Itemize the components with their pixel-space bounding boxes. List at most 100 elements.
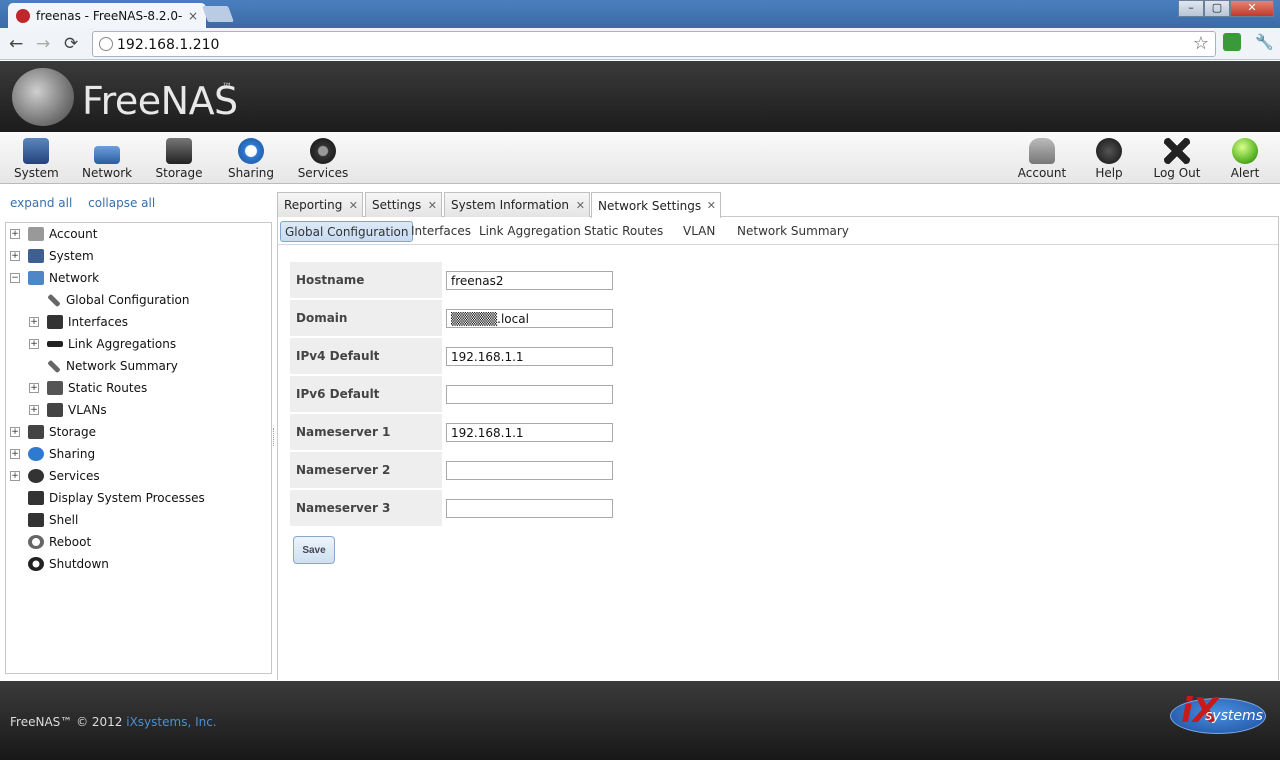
tree-item-display-system-processes[interactable]: Display System Processes — [28, 489, 205, 507]
close-icon[interactable]: ✕ — [707, 199, 716, 212]
save-button[interactable]: Save — [293, 536, 335, 564]
tree-item-interfaces[interactable]: + Interfaces — [29, 313, 128, 331]
nameserver1-label: Nameserver 1 — [290, 414, 442, 450]
menu-sharing[interactable]: Sharing — [226, 138, 276, 180]
collapse-icon[interactable]: − — [10, 273, 20, 283]
address-url[interactable]: 192.168.1.210 — [117, 37, 219, 53]
close-icon[interactable]: ✕ — [576, 199, 585, 212]
ipv4-gateway-label: IPv4 Default Gateway — [290, 338, 442, 399]
tab-reporting[interactable]: Reporting ✕ — [277, 192, 363, 217]
minimize-button[interactable]: – — [1178, 0, 1204, 17]
subtab-global-configuration[interactable]: Global Configuration — [280, 221, 414, 242]
close-tab-icon[interactable]: × — [188, 9, 198, 23]
tree-item-label: Storage — [49, 425, 96, 439]
menu-alert[interactable]: Alert — [1226, 138, 1264, 180]
tree-item-static-routes[interactable]: + Static Routes — [29, 379, 147, 397]
tree-item-sharing[interactable]: + Sharing — [10, 445, 95, 463]
tree-item-network-summary[interactable]: Network Summary — [47, 357, 178, 375]
expand-all-link[interactable]: expand all — [10, 196, 72, 210]
menu-system[interactable]: System — [14, 138, 59, 180]
copyright: FreeNAS™ © 2012 iXsystems, Inc. — [10, 715, 217, 729]
hostname-input[interactable] — [446, 271, 613, 290]
tree-item-storage[interactable]: + Storage — [10, 423, 96, 441]
menu-label: Help — [1095, 166, 1123, 180]
nameserver3-input[interactable] — [446, 499, 613, 518]
expand-icon[interactable]: + — [29, 383, 39, 393]
reload-button[interactable]: ⟳ — [64, 34, 78, 54]
subtab-network-summary[interactable]: Network Summary — [733, 221, 853, 242]
wrench-menu-icon[interactable]: 🔧 — [1255, 33, 1274, 51]
menu-storage[interactable]: Storage — [154, 138, 204, 180]
shutdown-icon — [28, 557, 44, 571]
tree-item-system[interactable]: + System — [10, 247, 94, 265]
tree-item-label: System — [49, 249, 94, 263]
menu-label: Alert — [1230, 166, 1260, 180]
expand-icon[interactable]: + — [10, 449, 20, 459]
domain-input[interactable] — [446, 309, 613, 328]
bookmark-star-icon[interactable]: ☆ — [1193, 33, 1209, 54]
freenas-favicon-icon — [16, 8, 30, 23]
ixsystems-link[interactable]: iXsystems, Inc. — [126, 715, 216, 729]
tree-item-account[interactable]: + Account — [10, 225, 97, 243]
network-icon — [28, 271, 44, 285]
expand-icon[interactable]: + — [29, 317, 39, 327]
tree-item-shutdown[interactable]: Shutdown — [28, 555, 109, 573]
tab-network-settings[interactable]: Network Settings ✕ — [591, 192, 721, 218]
new-tab-button[interactable] — [202, 6, 234, 22]
nameserver2-input[interactable] — [446, 461, 613, 480]
tab-system-information[interactable]: System Information ✕ — [444, 192, 590, 217]
maximize-button[interactable]: ▢ — [1204, 0, 1230, 17]
subtab-link-aggregation[interactable]: Link Aggregation — [475, 221, 585, 242]
window-controls: – ▢ ✕ — [1178, 0, 1274, 17]
tree-item-reboot[interactable]: Reboot — [28, 533, 91, 551]
menu-label: Log Out — [1153, 166, 1201, 180]
extension-icon[interactable] — [1223, 33, 1241, 51]
tree-item-vlans[interactable]: + VLANs — [29, 401, 107, 419]
close-icon[interactable]: ✕ — [349, 199, 358, 212]
tree-item-global-configuration[interactable]: Global Configuration — [47, 291, 189, 309]
system-icon — [28, 249, 44, 263]
tree-item-services[interactable]: + Services — [10, 467, 100, 485]
nameserver3-label: Nameserver 3 — [290, 490, 442, 526]
tree-item-label: Account — [49, 227, 98, 241]
panel-splitter[interactable] — [273, 428, 275, 446]
tree-item-label: Sharing — [49, 447, 96, 461]
expand-icon[interactable]: + — [10, 251, 20, 261]
freenas-logo-icon — [12, 68, 74, 126]
forward-button[interactable]: → — [36, 34, 50, 54]
expand-icon[interactable]: + — [10, 229, 20, 239]
tab-settings[interactable]: Settings ✕ — [365, 192, 442, 217]
menu-services[interactable]: Services — [296, 138, 350, 180]
reboot-icon — [28, 535, 44, 549]
tree-item-network[interactable]: − Network — [10, 269, 99, 287]
sharing-icon — [238, 138, 264, 164]
account-icon — [28, 227, 44, 241]
alert-icon — [1232, 138, 1258, 164]
collapse-all-link[interactable]: collapse all — [88, 196, 155, 210]
nameserver1-input[interactable] — [446, 423, 613, 442]
expand-icon[interactable]: + — [10, 471, 20, 481]
expand-icon[interactable]: + — [29, 339, 39, 349]
subtab-vlan[interactable]: VLAN — [679, 221, 719, 242]
back-button[interactable]: ← — [9, 34, 23, 54]
browser-tab-title: freenas - FreeNAS-8.2.0-BE — [36, 8, 182, 23]
tree-item-label: Shell — [49, 513, 79, 527]
close-window-button[interactable]: ✕ — [1230, 0, 1274, 17]
tree-item-shell[interactable]: Shell — [28, 511, 78, 529]
close-icon[interactable]: ✕ — [428, 199, 437, 212]
browser-tab[interactable]: freenas - FreeNAS-8.2.0-BE × — [8, 3, 206, 28]
ipv4-gateway-input[interactable] — [446, 347, 613, 366]
menu-account[interactable]: Account — [1016, 138, 1068, 180]
menu-network[interactable]: Network — [82, 138, 132, 180]
ipv6-gateway-input[interactable] — [446, 385, 613, 404]
menu-help[interactable]: Help — [1090, 138, 1128, 180]
subtab-static-routes[interactable]: Static Routes — [580, 221, 667, 242]
tree-item-link-aggregations[interactable]: + Link Aggregations — [29, 335, 176, 353]
expand-icon[interactable]: + — [29, 405, 39, 415]
menu-logout[interactable]: Log Out — [1152, 138, 1202, 180]
subtab-interfaces[interactable]: Interfaces — [407, 221, 475, 242]
address-bar[interactable]: 192.168.1.210 ☆ — [92, 31, 1216, 57]
menu-label: Network — [82, 166, 133, 180]
expand-icon[interactable]: + — [10, 427, 20, 437]
domain-label: Domain — [290, 300, 442, 336]
